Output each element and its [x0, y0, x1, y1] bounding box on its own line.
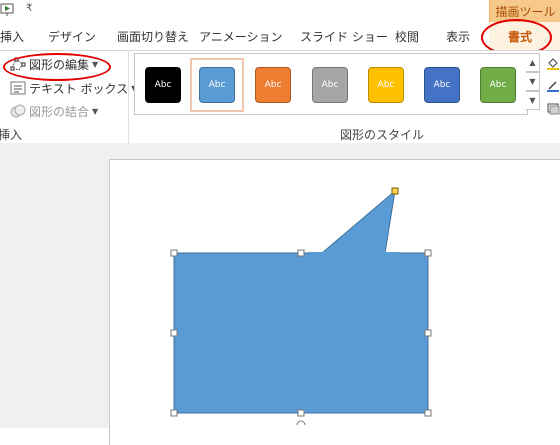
rotate-handle-icon[interactable] — [296, 420, 306, 426]
callout-join-cover — [309, 252, 399, 255]
resize-handle[interactable] — [170, 409, 178, 417]
resize-handle[interactable] — [424, 249, 432, 257]
resize-handle[interactable] — [170, 329, 178, 337]
callout-body[interactable] — [173, 252, 429, 414]
resize-handle[interactable] — [297, 409, 305, 417]
resize-handle[interactable] — [170, 249, 178, 257]
shape-layer — [170, 187, 432, 426]
resize-handle[interactable] — [297, 249, 305, 257]
resize-handle[interactable] — [424, 409, 432, 417]
callout-tail[interactable] — [320, 189, 396, 254]
resize-handle[interactable] — [424, 329, 432, 337]
adjust-handle[interactable] — [391, 187, 399, 195]
speech-callout-shape[interactable] — [173, 189, 429, 414]
